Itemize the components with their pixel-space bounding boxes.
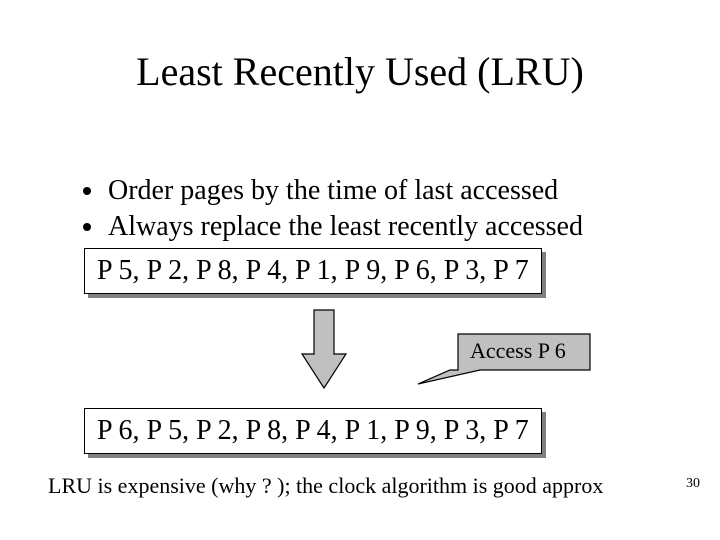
- box-content: P 6, P 5, P 2, P 8, P 4, P 1, P 9, P 3, …: [84, 408, 542, 454]
- box-content: P 5, P 2, P 8, P 4, P 1, P 9, P 6, P 3, …: [84, 248, 542, 294]
- page-number: 30: [686, 476, 700, 492]
- slide-title: Least Recently Used (LRU): [0, 48, 720, 95]
- bullet-list: Order pages by the time of last accessed…: [48, 173, 583, 246]
- down-arrow-icon: [300, 304, 348, 394]
- page-sequence-after: P 6, P 5, P 2, P 8, P 4, P 1, P 9, P 3, …: [84, 408, 542, 454]
- bullet-item: Always replace the least recently access…: [106, 209, 583, 245]
- bullet-item: Order pages by the time of last accessed: [106, 173, 583, 209]
- footnote: LRU is expensive (why ? ); the clock alg…: [48, 473, 688, 499]
- page-sequence-before: P 5, P 2, P 8, P 4, P 1, P 9, P 6, P 3, …: [84, 248, 542, 294]
- slide: Least Recently Used (LRU) Order pages by…: [0, 0, 720, 540]
- callout-label: Access P 6: [470, 338, 566, 364]
- access-callout: Access P 6: [410, 326, 600, 386]
